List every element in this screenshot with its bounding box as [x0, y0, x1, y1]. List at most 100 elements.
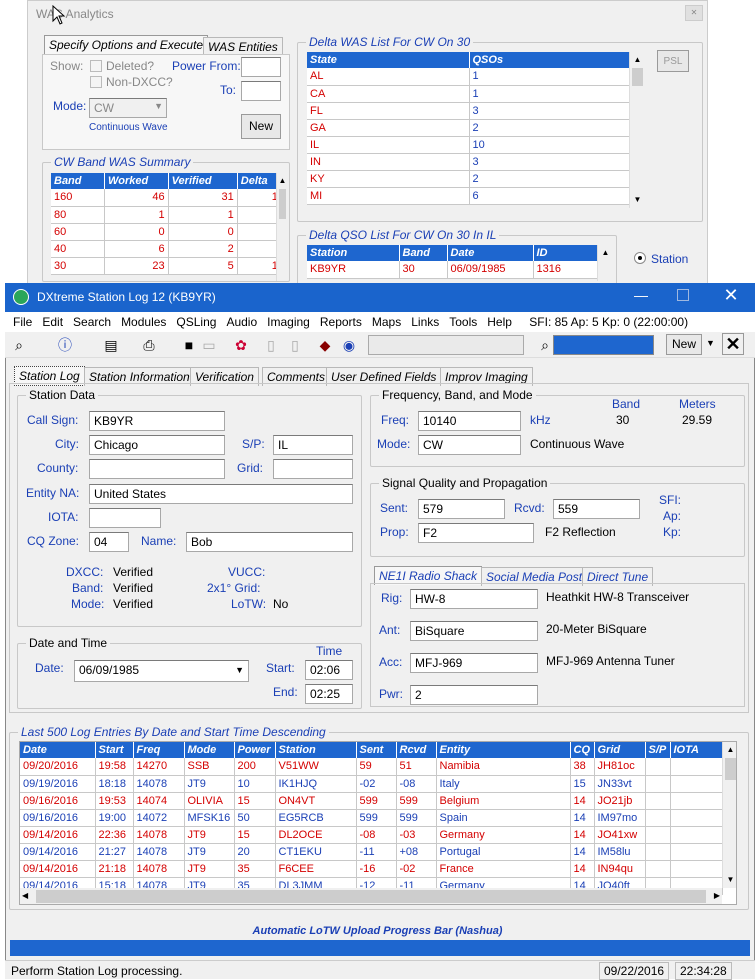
doc2-icon[interactable]: ▯ — [286, 336, 304, 354]
column-header[interactable]: Band — [399, 245, 448, 261]
close-icon[interactable]: ✕ — [721, 285, 741, 306]
freq-mode-input[interactable]: CW — [418, 435, 521, 455]
end-time-input[interactable]: 02:25 — [305, 684, 353, 704]
menu-reports[interactable]: Reports — [320, 315, 362, 329]
scroll-right-icon[interactable]: ▶ — [714, 891, 720, 900]
scroll-up-icon[interactable]: ▲ — [598, 245, 613, 261]
table-row[interactable]: AL 1 — [307, 68, 630, 86]
scroll-down-icon[interactable]: ▼ — [723, 872, 736, 888]
column-header[interactable]: Date — [20, 742, 96, 758]
palette-icon[interactable]: ✿ — [232, 336, 250, 354]
menu-links[interactable]: Links — [411, 315, 439, 329]
scroll-thumb[interactable] — [632, 68, 643, 86]
column-header[interactable]: Grid — [594, 742, 646, 758]
chevron-down-icon[interactable]: ▼ — [235, 665, 244, 675]
log-table[interactable]: Date Start Freq Mode Power Station Sent Rcvd Ent… — [20, 742, 723, 895]
menu-imaging[interactable]: Imaging — [267, 315, 310, 329]
table-row[interactable]: 60000 — [51, 223, 289, 241]
column-header[interactable]: Station — [307, 245, 400, 261]
book-icon[interactable]: ◆ — [316, 336, 334, 354]
table-row[interactable]: GA 2 — [307, 119, 630, 137]
ant-input[interactable]: BiSquare — [410, 621, 538, 641]
column-header[interactable]: CQ — [570, 742, 595, 758]
was-mode-select[interactable]: CW ▼ — [89, 98, 167, 118]
column-header[interactable]: IOTA — [670, 742, 723, 758]
table-row[interactable]: 09/14/2016 21:18 14078 JT9 35 F6CEE -16 -02 Fran… — [20, 860, 723, 878]
cq-zone-input[interactable]: 04 — [89, 532, 129, 552]
table-row[interactable]: IL 10 — [307, 136, 630, 154]
print-icon[interactable]: ▤ — [102, 336, 120, 354]
toolbar-search-input[interactable] — [553, 335, 654, 355]
scroll-up-icon[interactable]: ▲ — [630, 52, 645, 68]
column-header[interactable]: Start — [95, 742, 134, 758]
table-row[interactable]: 40624 — [51, 240, 289, 258]
pwr-input[interactable]: 2 — [410, 685, 538, 705]
menu-help[interactable]: Help — [487, 315, 512, 329]
scroll-up-icon[interactable]: ▲ — [277, 173, 288, 189]
column-header[interactable]: Worked — [104, 173, 169, 189]
column-header[interactable]: S/P — [645, 742, 671, 758]
table-row[interactable]: 3023518 — [51, 257, 289, 275]
table-row[interactable]: 09/14/2016 22:36 14078 JT9 15 DL2OCE -08 -03 Ger… — [20, 826, 723, 844]
minimize-icon[interactable]: — — [631, 287, 651, 303]
delta-qso-table[interactable]: Station Band Date ID KB9YR 30 06/09/1985 1316 — [307, 245, 598, 279]
was-summary-table[interactable]: BandWorkedVerifiedDelta 1604631158011060… — [51, 173, 289, 275]
chevron-down-icon[interactable]: ▼ — [706, 338, 715, 348]
scroll-left-icon[interactable]: ◀ — [22, 891, 28, 900]
non-dxcc-checkbox[interactable] — [90, 76, 102, 88]
deleted-checkbox[interactable] — [90, 60, 102, 72]
tab-specify-options[interactable]: Specify Options and Execute — [44, 35, 209, 54]
scroll-thumb[interactable] — [279, 189, 286, 219]
radio-station[interactable] — [634, 252, 646, 264]
column-header[interactable]: Mode — [184, 742, 235, 758]
table-row[interactable]: 09/14/2016 21:27 14078 JT9 20 CT1EKU -11 +08 Por… — [20, 843, 723, 861]
call-sign-input[interactable]: KB9YR — [89, 411, 225, 431]
table-row[interactable]: MI 6 — [307, 187, 630, 205]
table-row[interactable]: 160463115 — [51, 189, 289, 207]
grid-input[interactable] — [273, 459, 353, 479]
freq-input[interactable]: 10140 — [418, 411, 521, 431]
menu-search[interactable]: Search — [73, 315, 111, 329]
rcvd-input[interactable]: 559 — [553, 499, 640, 519]
menu-file[interactable]: File — [13, 315, 32, 329]
table-row[interactable]: KB9YR 30 06/09/1985 1316 — [307, 261, 598, 279]
export-icon[interactable]: ⎙ — [140, 336, 158, 354]
column-header[interactable]: ID — [533, 245, 598, 261]
column-header[interactable]: QSOs — [469, 52, 630, 68]
prop-input[interactable]: F2 — [418, 523, 534, 543]
toolbar-new-button[interactable]: New — [666, 334, 702, 355]
column-header[interactable]: Date — [447, 245, 534, 261]
menu-modules[interactable]: Modules — [121, 315, 166, 329]
was-close-button[interactable]: ✕ — [685, 5, 703, 21]
table-row[interactable]: 09/20/2016 19:58 14270 SSB 200 V51WW 59 51 Namib… — [20, 758, 723, 776]
acc-input[interactable]: MFJ-969 — [410, 653, 538, 673]
menu-qsling[interactable]: QSLing — [176, 315, 216, 329]
city-input[interactable]: Chicago — [89, 435, 225, 455]
table-row[interactable]: 09/16/2016 19:00 14072 MFSK16 50 EG5RCB 599 599… — [20, 809, 723, 827]
close-x-icon[interactable]: ✕ — [722, 333, 744, 355]
column-header[interactable]: Band — [51, 173, 106, 189]
menu-maps[interactable]: Maps — [372, 315, 401, 329]
table-row[interactable]: 09/16/2016 19:53 14074 OLIVIA 15 ON4VT 599 599 B… — [20, 792, 723, 810]
column-header[interactable]: Station — [275, 742, 357, 758]
shape-tools[interactable] — [368, 335, 524, 355]
sp-input[interactable]: IL — [273, 435, 353, 455]
search-icon[interactable]: ⌕ — [536, 336, 554, 354]
name-input[interactable]: Bob — [186, 532, 353, 552]
psl-button[interactable]: PSL — [657, 50, 689, 72]
iota-input[interactable] — [89, 508, 161, 528]
column-header[interactable]: Sent — [356, 742, 397, 758]
menu-tools[interactable]: Tools — [449, 315, 477, 329]
column-header[interactable]: Rcvd — [396, 742, 437, 758]
menu-audio[interactable]: Audio — [226, 315, 257, 329]
power-from-input[interactable] — [241, 57, 281, 77]
scroll-thumb[interactable] — [725, 758, 736, 780]
log-vscroll[interactable]: ▲ ▼ — [722, 742, 736, 888]
start-time-input[interactable]: 02:06 — [305, 660, 353, 680]
info-icon[interactable]: ⓘ — [56, 336, 74, 354]
column-header[interactable]: Verified — [168, 173, 238, 189]
entity-input[interactable]: United States — [89, 484, 353, 504]
maximize-icon[interactable] — [677, 289, 689, 301]
sent-input[interactable]: 579 — [418, 499, 505, 519]
column-header[interactable]: State — [307, 52, 470, 68]
